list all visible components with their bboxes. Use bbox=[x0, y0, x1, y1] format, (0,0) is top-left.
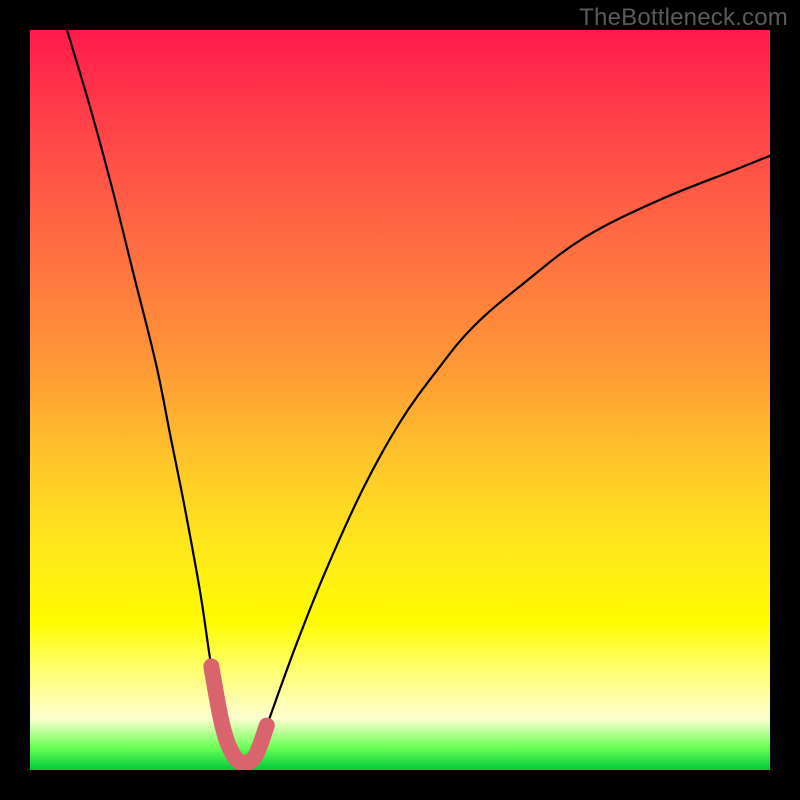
watermark-text: TheBottleneck.com bbox=[579, 4, 788, 32]
chart-area bbox=[30, 30, 770, 770]
chart-svg bbox=[30, 30, 770, 770]
highlight-segment-path bbox=[211, 666, 266, 762]
bottleneck-curve-path bbox=[67, 30, 770, 763]
